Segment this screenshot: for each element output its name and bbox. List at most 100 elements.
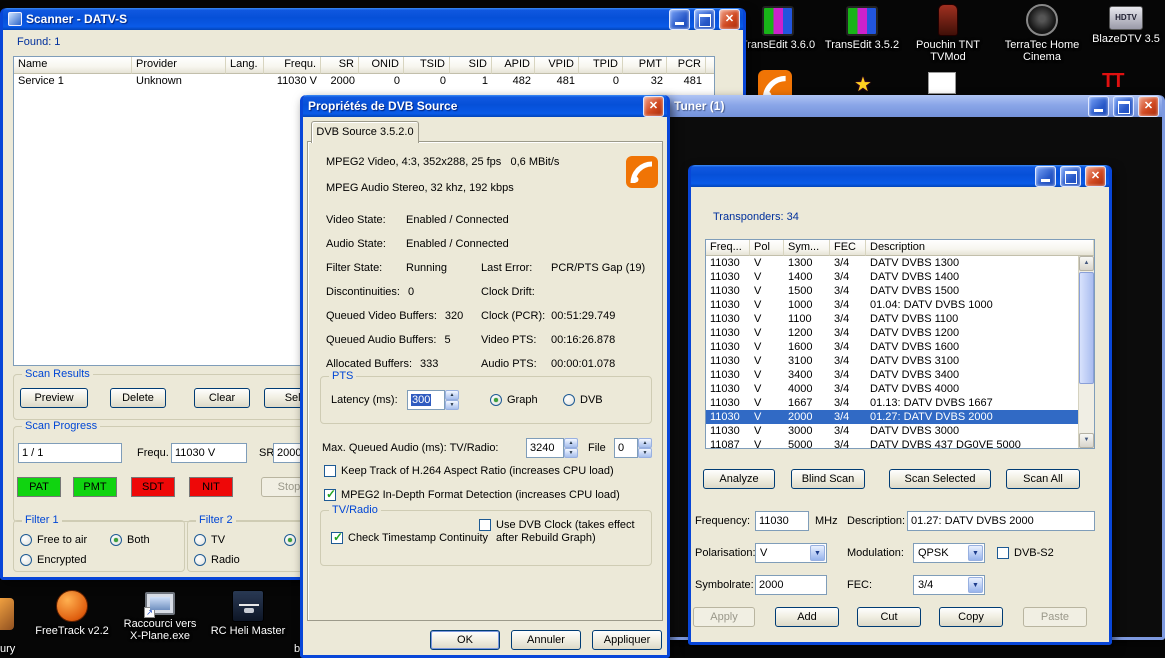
- ok-button[interactable]: OK: [430, 630, 500, 650]
- description-field[interactable]: 01.27: DATV DVBS 2000: [907, 511, 1095, 531]
- preview-button[interactable]: Preview: [20, 388, 88, 408]
- table-row[interactable]: Service 1Unknown11030 V20000014824810324…: [14, 74, 714, 89]
- desktop-icon-rcheli[interactable]: RC Heli Master: [206, 590, 290, 637]
- tab-dvb-source[interactable]: DVB Source 3.5.2.0: [311, 121, 419, 143]
- chevron-down-icon[interactable]: ▼: [968, 545, 983, 561]
- frequency-field[interactable]: 11030: [755, 511, 809, 531]
- column-header[interactable]: SID: [450, 57, 492, 74]
- column-header[interactable]: SR: [321, 57, 359, 74]
- column-header[interactable]: Name: [14, 57, 132, 74]
- column-header[interactable]: ONID: [359, 57, 404, 74]
- progress-field[interactable]: 1 / 1: [18, 443, 122, 463]
- dvbs2-checkbox[interactable]: DVB-S2: [997, 546, 1054, 560]
- transponder-row[interactable]: 11030V34003/4DATV DVBS 3400: [706, 368, 1094, 382]
- desktop-icon-transedit-360[interactable]: TransEdit 3.6.0: [736, 6, 820, 51]
- latency-spinner[interactable]: ▲ ▼: [445, 390, 459, 410]
- radio-filter2-third[interactable]: [284, 533, 301, 547]
- paste-button[interactable]: Paste: [1023, 607, 1087, 627]
- radio-graph[interactable]: Graph: [490, 393, 538, 407]
- minimize-button[interactable]: [1035, 166, 1056, 187]
- transponder-row[interactable]: 11030V30003/4DATV DVBS 3000: [706, 424, 1094, 438]
- transponder-row[interactable]: 11030V16673/401.13: DATV DVBS 1667: [706, 396, 1094, 410]
- mpeg2-indepth-checkbox[interactable]: MPEG2 In-Depth Format Detection (increas…: [324, 488, 620, 502]
- vertical-scrollbar[interactable]: ▲ ▼: [1078, 256, 1094, 448]
- star-icon[interactable]: ★: [854, 72, 872, 97]
- minimize-button[interactable]: [1088, 96, 1109, 117]
- scroll-up-icon[interactable]: ▲: [1079, 256, 1094, 271]
- timestamp-continuity-checkbox[interactable]: Check Timestamp Continuity: [331, 531, 488, 545]
- scrollbar-thumb[interactable]: [1079, 272, 1094, 384]
- document-icon[interactable]: [928, 72, 956, 94]
- close-button[interactable]: [1085, 166, 1106, 187]
- column-header[interactable]: Frequ.: [264, 57, 321, 74]
- transponder-row[interactable]: 11030V11003/4DATV DVBS 1100: [706, 312, 1094, 326]
- dialog-titlebar[interactable]: Propriétés de DVB Source: [303, 95, 667, 117]
- column-header[interactable]: VPID: [535, 57, 579, 74]
- desktop-icon-terratec[interactable]: TerraTec Home Cinema: [996, 4, 1088, 63]
- desktop-icon-freetrack[interactable]: FreeTrack v2.2: [30, 590, 114, 637]
- dvb-clock-checkbox[interactable]: Use DVB Clock (takes effect after Rebuil…: [479, 519, 646, 545]
- transponder-row[interactable]: 11030V15003/4DATV DVBS 1500: [706, 284, 1094, 298]
- column-header[interactable]: Pol: [750, 240, 784, 256]
- polarisation-select[interactable]: V ▼: [755, 543, 827, 563]
- radio-radio[interactable]: Radio: [194, 553, 240, 567]
- column-header[interactable]: TPID: [579, 57, 623, 74]
- scanner-titlebar[interactable]: Scanner - DATV-S: [3, 8, 743, 30]
- blind-scan-button[interactable]: Blind Scan: [791, 469, 865, 489]
- column-header[interactable]: PMT: [623, 57, 667, 74]
- transponder-row[interactable]: 11030V13003/4DATV DVBS 1300: [706, 256, 1094, 270]
- symbolrate-field[interactable]: 2000: [755, 575, 827, 595]
- radio-tv[interactable]: TV: [194, 533, 225, 547]
- maximize-button[interactable]: [694, 9, 715, 30]
- maximize-button[interactable]: [1060, 166, 1081, 187]
- transponder-titlebar[interactable]: [691, 165, 1109, 187]
- scan-selected-button[interactable]: Scan Selected: [889, 469, 991, 489]
- transponder-row[interactable]: 11030V16003/4DATV DVBS 1600: [706, 340, 1094, 354]
- column-header[interactable]: APID: [492, 57, 535, 74]
- column-header[interactable]: Provider: [132, 57, 226, 74]
- copy-button[interactable]: Copy: [939, 607, 1003, 627]
- transponder-row[interactable]: 11030V14003/4DATV DVBS 1400: [706, 270, 1094, 284]
- add-button[interactable]: Add: [775, 607, 839, 627]
- close-button[interactable]: [643, 96, 664, 117]
- scroll-down-icon[interactable]: ▼: [1079, 433, 1094, 448]
- close-button[interactable]: [1138, 96, 1159, 117]
- transponder-row[interactable]: 11030V10003/401.04: DATV DVBS 1000: [706, 298, 1094, 312]
- column-header[interactable]: Sym...: [784, 240, 830, 256]
- radio-encrypted[interactable]: Encrypted: [20, 553, 87, 567]
- maximize-button[interactable]: [1113, 96, 1134, 117]
- transponder-row[interactable]: 11030V40003/4DATV DVBS 4000: [706, 382, 1094, 396]
- transponder-row[interactable]: 11087V50003/4DATV DVBS 437 DG0VE 5000: [706, 438, 1094, 449]
- spin-up-icon[interactable]: ▲: [445, 390, 459, 400]
- column-header[interactable]: Description: [866, 240, 1094, 256]
- apply-button[interactable]: Apply: [693, 607, 755, 627]
- fec-select[interactable]: 3/4 ▼: [913, 575, 985, 595]
- desktop-icon-transedit-352[interactable]: TransEdit 3.5.2: [820, 6, 904, 51]
- max-queued-file-field[interactable]: 0: [614, 438, 638, 458]
- spin-down-icon[interactable]: ▼: [445, 400, 459, 410]
- radio-free-to-air[interactable]: Free to air: [20, 533, 87, 547]
- column-header[interactable]: TSID: [404, 57, 450, 74]
- apply-button[interactable]: Appliquer: [592, 630, 662, 650]
- spin-up-icon[interactable]: ▲: [564, 438, 578, 448]
- transponder-row[interactable]: 11030V12003/4DATV DVBS 1200: [706, 326, 1094, 340]
- spin-down-icon[interactable]: ▼: [638, 448, 652, 458]
- chevron-down-icon[interactable]: ▼: [968, 577, 983, 593]
- transponder-row[interactable]: 11030V20003/401.27: DATV DVBS 2000: [706, 410, 1094, 424]
- column-header[interactable]: Freq...: [706, 240, 750, 256]
- chevron-down-icon[interactable]: ▼: [810, 545, 825, 561]
- modulation-select[interactable]: QPSK ▼: [913, 543, 985, 563]
- h264-aspect-checkbox[interactable]: Keep Track of H.264 Aspect Ratio (increa…: [324, 464, 614, 478]
- max-queued-file-spinner[interactable]: ▲ ▼: [638, 438, 652, 458]
- tt-logo-icon[interactable]: TT: [1102, 70, 1122, 93]
- cut-button[interactable]: Cut: [857, 607, 921, 627]
- column-header[interactable]: PCR: [667, 57, 706, 74]
- column-header[interactable]: FEC: [830, 240, 866, 256]
- delete-button[interactable]: Delete: [110, 388, 166, 408]
- spin-down-icon[interactable]: ▼: [564, 448, 578, 458]
- latency-field[interactable]: 300: [407, 390, 445, 410]
- scanner-app-icon[interactable]: [8, 12, 22, 26]
- radio-both[interactable]: Both: [110, 533, 150, 547]
- desktop-icon-blazedtv[interactable]: HDTV BlazeDTV 3.5: [1086, 6, 1165, 45]
- max-queued-tv-spinner[interactable]: ▲ ▼: [564, 438, 578, 458]
